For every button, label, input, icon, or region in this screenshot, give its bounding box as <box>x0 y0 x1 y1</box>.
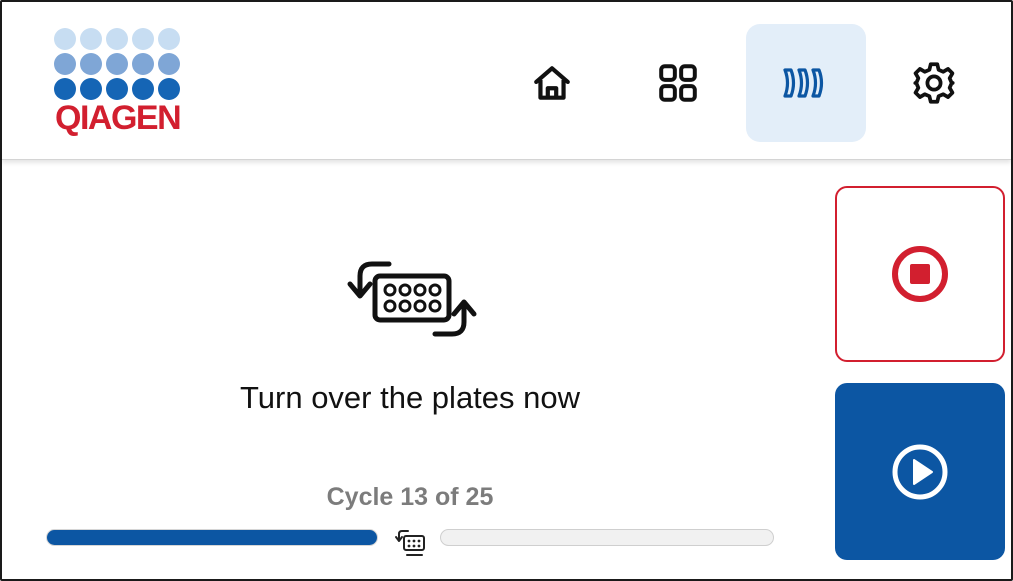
instruction-text: Turn over the plates now <box>239 380 581 415</box>
logo-dot <box>106 53 128 75</box>
logo-dot <box>54 53 76 75</box>
progress-completed-bar <box>46 529 378 546</box>
logo-dot <box>132 28 154 50</box>
stop-circle-icon <box>892 246 948 302</box>
gear-icon <box>913 62 955 104</box>
logo-dots <box>54 28 189 100</box>
logo-dot <box>158 28 180 50</box>
nav-apps-button[interactable] <box>618 24 738 142</box>
logo-text: QIAGEN <box>55 99 182 137</box>
apps-grid-icon <box>659 64 697 102</box>
play-button[interactable] <box>835 383 1005 560</box>
logo-dot <box>80 28 102 50</box>
turn-over-marker-icon <box>395 530 425 556</box>
logo-dot <box>106 28 128 50</box>
qiagen-logo: QIAGEN <box>54 28 189 140</box>
nav-plates-button[interactable] <box>746 24 866 142</box>
plates-icon <box>783 68 824 98</box>
logo-dot <box>132 78 154 100</box>
logo-dot <box>80 53 102 75</box>
nav-settings-button[interactable] <box>874 24 994 142</box>
top-bar: QIAGEN <box>2 2 1011 160</box>
main-panel: Turn over the plates now Cycle 13 of 25 <box>2 162 818 579</box>
logo-dot <box>54 28 76 50</box>
logo-dot <box>132 53 154 75</box>
logo-dot <box>158 78 180 100</box>
logo-dot <box>158 53 180 75</box>
play-circle-icon <box>892 444 948 499</box>
turn-over-plates-icon <box>347 261 477 337</box>
cycle-counter: Cycle 13 of 25 <box>326 483 494 511</box>
logo-dot <box>80 78 102 100</box>
app-window: QIAGEN Turn over the plates now Cycle 13… <box>0 0 1013 581</box>
nav-home-button[interactable] <box>492 24 612 142</box>
progress-remaining-bar <box>440 529 774 546</box>
home-icon <box>534 66 570 100</box>
logo-dot <box>54 78 76 100</box>
logo-dot <box>106 78 128 100</box>
stop-button[interactable] <box>835 186 1005 362</box>
